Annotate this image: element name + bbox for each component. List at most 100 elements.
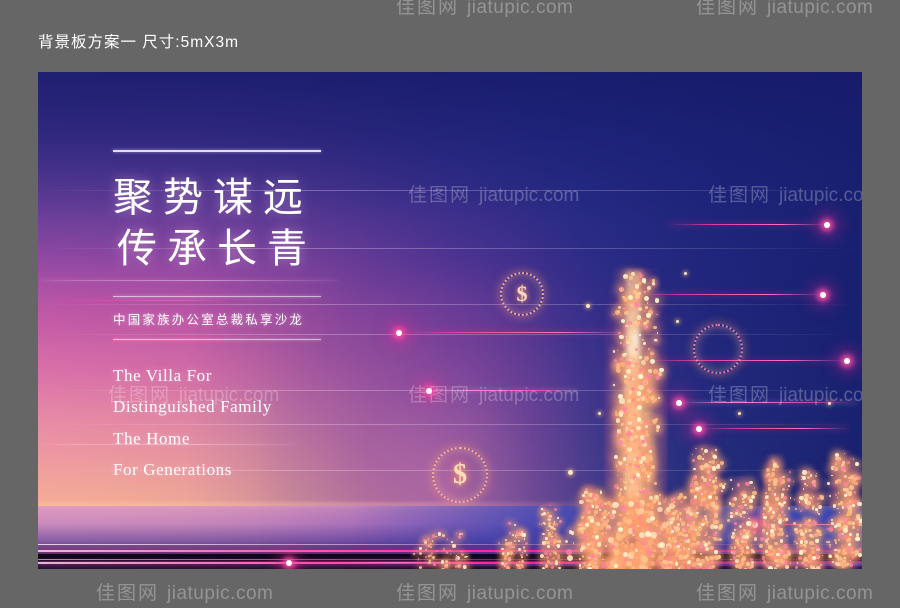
light-particle (696, 512, 698, 514)
watermark-cn: 佳图网 (96, 583, 159, 604)
headline-line-1: 聚势谋远 (113, 172, 403, 223)
light-particle (498, 542, 500, 544)
light-particle (838, 533, 842, 537)
light-particle (620, 362, 625, 367)
light-particle (652, 282, 655, 285)
light-particle (749, 506, 752, 509)
light-particle (618, 497, 620, 499)
light-particle (730, 515, 733, 518)
light-particle (618, 527, 623, 532)
light-particle (850, 555, 852, 557)
light-particle (701, 448, 703, 450)
light-particle (447, 539, 448, 540)
light-particle (690, 526, 695, 531)
light-streak (398, 332, 628, 333)
light-particle (630, 329, 632, 331)
light-particle (624, 353, 627, 356)
light-particle (626, 443, 628, 445)
light-particle (649, 455, 650, 456)
light-particle (647, 302, 648, 303)
watermark: 佳图网 jiatupic.com (696, 0, 873, 19)
light-particle (526, 554, 528, 556)
light-particle (632, 529, 635, 532)
light-particle (712, 480, 715, 483)
light-particle (772, 511, 775, 514)
light-particle (626, 361, 631, 366)
light-particle (597, 542, 601, 546)
light-particle (709, 461, 711, 463)
light-particle (816, 473, 817, 474)
light-particle (651, 465, 655, 469)
light-particle (837, 556, 842, 561)
light-particle (834, 525, 837, 528)
light-particle (624, 311, 629, 316)
light-particle (788, 507, 791, 510)
poster-english-text: The Villa For Distinguished Family The H… (113, 360, 403, 486)
light-particle (634, 302, 638, 306)
light-particle (685, 549, 687, 551)
light-particle (639, 525, 641, 527)
light-particle (695, 565, 699, 569)
light-particle (655, 298, 660, 303)
light-streak (668, 224, 828, 225)
light-particle (514, 524, 516, 526)
watermark-cn: 佳图网 (396, 583, 459, 604)
light-particle (425, 556, 427, 558)
light-particle (418, 558, 419, 559)
light-particle (648, 539, 654, 545)
light-particle (548, 541, 550, 543)
streak-endpoint-dot (844, 358, 850, 364)
light-particle (855, 554, 857, 556)
light-particle (645, 413, 647, 415)
light-particle (780, 539, 783, 542)
watermark-en: jiatupic.com (767, 0, 873, 18)
light-particle (793, 522, 795, 524)
light-streak (698, 428, 848, 429)
light-particle (605, 532, 607, 534)
light-particle (565, 540, 568, 543)
light-particle (647, 445, 651, 449)
light-particle (617, 522, 621, 526)
light-particle (650, 396, 654, 400)
light-particle (674, 505, 675, 506)
light-particle (748, 518, 749, 519)
light-particle (620, 357, 624, 361)
light-particle (693, 468, 696, 471)
light-particle (767, 473, 770, 476)
light-particle (442, 534, 445, 537)
light-particle (695, 505, 698, 508)
light-particle (626, 431, 631, 436)
light-particle (764, 525, 766, 527)
light-particle (790, 497, 792, 499)
light-particle (679, 549, 681, 551)
light-particle (656, 524, 659, 527)
light-particle (706, 525, 708, 527)
light-particle (557, 517, 558, 518)
light-particle (702, 501, 706, 505)
light-particle (644, 437, 646, 439)
light-particle (676, 557, 678, 559)
light-particle (778, 520, 782, 524)
light-particle (765, 550, 768, 553)
light-particle (774, 487, 776, 489)
light-particle (760, 537, 765, 542)
light-particle (842, 566, 844, 568)
light-particle (738, 412, 741, 415)
light-particle (715, 477, 717, 479)
light-particle (623, 274, 628, 279)
english-line-3: The Home (113, 423, 403, 454)
light-particle (619, 499, 622, 502)
light-particle (599, 538, 601, 540)
light-particle (648, 369, 653, 374)
streak-endpoint-dot (824, 222, 830, 228)
light-particle (858, 553, 862, 557)
light-particle (826, 541, 828, 543)
light-particle (858, 548, 861, 551)
light-particle (677, 551, 678, 552)
light-particle (646, 320, 649, 323)
light-particle (679, 555, 681, 557)
light-particle (776, 497, 778, 499)
light-particle (621, 545, 623, 547)
light-particle (716, 465, 720, 469)
light-particle (646, 313, 651, 318)
